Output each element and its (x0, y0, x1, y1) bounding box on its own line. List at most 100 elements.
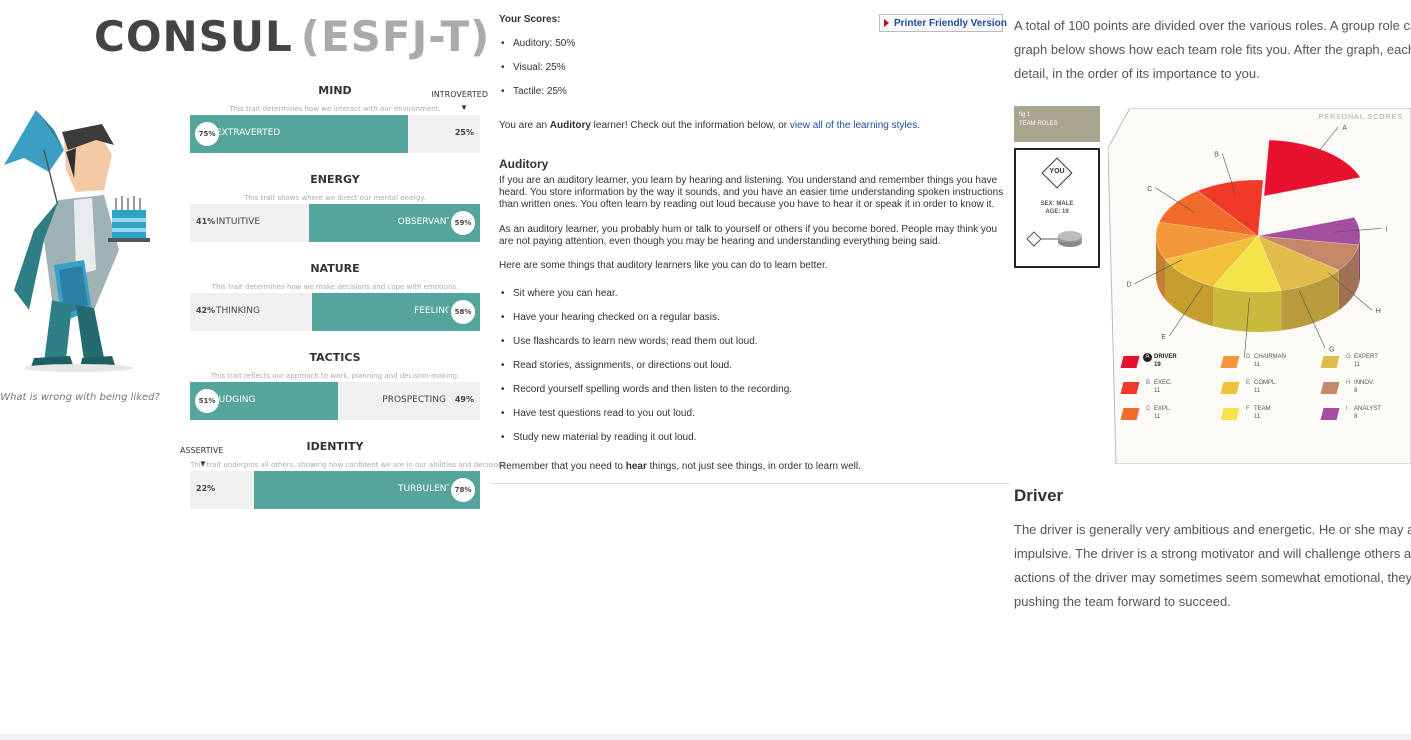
trait-label-other: PROSPECTING (382, 395, 446, 405)
trait-energy: ENERGY This trait shows where we direct o… (190, 173, 480, 242)
printer-friendly-button[interactable]: Printer Friendly Version (879, 14, 1007, 32)
legend-letter: D (1246, 354, 1251, 360)
intro-text: You are an (499, 120, 550, 131)
legend-value: 19 (1154, 362, 1161, 368)
legend-name: CHAIRMAN (1254, 354, 1287, 360)
trait-percent-dominant: 59% (448, 208, 478, 238)
printer-friendly-label: Printer Friendly Version (894, 18, 1007, 29)
consul-illustration (4, 110, 150, 372)
role-description-line: impulsive. The driver is a strong motiva… (1014, 546, 1411, 561)
type-code: (ESFJ-T) (300, 12, 491, 61)
legend-item-driver: A DRIVER 19 (1120, 353, 1217, 376)
legend-swatch (1120, 382, 1140, 394)
scores-list: Auditory: 50% Visual: 25% Tactile: 25% (499, 38, 575, 110)
legend-item-innov: H INNOV. 8 (1320, 380, 1411, 402)
legend-swatch (1320, 408, 1340, 420)
legend-letter: A (1143, 353, 1152, 362)
side-tag: INTROVERTED (431, 90, 488, 99)
legend-name: COMPL. (1254, 380, 1278, 386)
trait-label-dominant: FEELING (414, 306, 452, 316)
legend-value: 11 (1154, 388, 1161, 394)
legend-letter: B (1146, 380, 1151, 386)
legend-item-team: F TEAM 11 (1220, 406, 1317, 428)
legend-value: 8 (1354, 388, 1358, 394)
trait-bar: 75% EXTRAVERTED 25% (190, 115, 480, 153)
trait-label-dominant: JUDGING (216, 395, 256, 405)
pie-slice-label: B (1214, 152, 1219, 159)
trait-percent-dominant: 78% (448, 475, 478, 505)
trait-description: This trait shows where we direct our men… (244, 194, 426, 202)
score-item: Auditory: 50% (499, 38, 575, 62)
section-heading: Auditory (499, 157, 549, 171)
trait-name: ENERGY (310, 173, 360, 186)
intro-text: . (917, 120, 920, 131)
figure-title: TEAM ROLES (1019, 121, 1058, 127)
trait-label-other: INTUITIVE (216, 217, 261, 227)
pie-slice-label: I (1386, 226, 1388, 233)
trait-nature: NATURE This trait determines how we make … (190, 262, 480, 331)
learning-style-panel: Your Scores: Auditory: 50% Visual: 25% T… (492, 0, 1010, 740)
figure-number: fig 1 (1019, 112, 1031, 118)
tip-item: Have test questions read to you out loud… (499, 408, 792, 432)
team-roles-figure: fig 1 TEAM ROLES YOU SEX: MALE AGE: 19 P… (1014, 106, 1411, 464)
trait-description: This trait determines how we interact wi… (229, 105, 441, 113)
learner-intro: You are an Auditory learner! Check out t… (499, 120, 920, 131)
legend-name: EXPERT (1354, 354, 1378, 360)
trait-name: IDENTITY (306, 440, 364, 453)
legend-swatch (1120, 408, 1140, 420)
page-bottom-edge (0, 734, 1411, 740)
trait-name: TACTICS (309, 351, 361, 364)
age-label: AGE: 19 (1045, 209, 1069, 215)
legend-letter: I (1346, 406, 1348, 412)
pie-slice-a (1263, 139, 1361, 197)
scores-heading: Your Scores: (499, 14, 561, 25)
personality-title: CONSUL (ESFJ-T) (94, 12, 490, 61)
tip-item: Have your hearing checked on a regular b… (499, 312, 792, 336)
tip-item: Sit where you can hear. (499, 288, 792, 312)
legend-letter: F (1246, 406, 1250, 412)
legend-letter: G (1346, 354, 1351, 360)
trait-label-dominant: TURBULENT (397, 484, 452, 494)
legend-item-chairman: D CHAIRMAN 11 (1220, 354, 1317, 376)
legend-letter: C (1146, 406, 1151, 412)
trait-percent-other: 25% (454, 128, 474, 137)
divider (492, 483, 1010, 484)
arrow-down-icon: ▼ (199, 459, 207, 468)
legend-swatch (1320, 382, 1340, 394)
legend-value: 8 (1354, 414, 1358, 420)
legend-value: 11 (1354, 362, 1361, 368)
pie-slice-label: H (1376, 308, 1381, 315)
legend-item-exec: B EXEC. 11 (1120, 380, 1217, 402)
pie-slice-label: E (1161, 334, 1166, 341)
legend-letter: H (1346, 380, 1351, 386)
trait-percent-other: 22% (196, 484, 216, 493)
legend-name: INNOV. (1354, 380, 1375, 386)
trait-percent-dominant: 58% (448, 297, 478, 327)
all-styles-link[interactable]: view all of the learning styles (790, 120, 917, 131)
trait-bar: 22% TURBULENT 78% (190, 471, 480, 509)
trait-description: This trait determines how we make decisi… (211, 283, 459, 291)
roles-intro: A total of 100 points are divided over t… (1014, 14, 1411, 86)
tip-item: Record yourself spelling words and then … (499, 384, 792, 408)
legend-value: 11 (1254, 414, 1261, 420)
trait-label-dominant: OBSERVANT (397, 217, 452, 227)
you-label: YOU (1049, 168, 1065, 175)
trait-label-other: THINKING (216, 306, 260, 316)
personality-panel: CONSUL (ESFJ-T) What is wrong with being… (0, 0, 508, 740)
role-description-line: pushing the team forward to succeed. (1014, 594, 1231, 609)
legend-name: EXPL. (1154, 406, 1172, 412)
learner-type: Auditory (549, 120, 591, 131)
intro-text: learner! Check out the information below… (590, 120, 790, 131)
legend-name: EXEC. (1154, 380, 1173, 386)
closing-emphasis: hear (625, 461, 647, 472)
legend-value: 11 (1154, 414, 1161, 420)
pie-chart: AIHGFEDCB (1127, 125, 1388, 358)
figure-tag: fig 1 TEAM ROLES (1014, 106, 1100, 142)
trait-tactics: TACTICS This trait reflects our approach … (190, 351, 480, 420)
pie-slice-label: G (1329, 346, 1334, 353)
paragraph: If you are an auditory learner, you lear… (499, 175, 1004, 210)
legend-item-expert: G EXPERT 11 (1320, 354, 1411, 376)
trait-bar: 41% INTUITIVE OBSERVANT 59% (190, 204, 480, 242)
roles-intro-line: detail, in the order of its importance t… (1014, 66, 1260, 81)
trait-percent-other: 42% (196, 306, 216, 315)
